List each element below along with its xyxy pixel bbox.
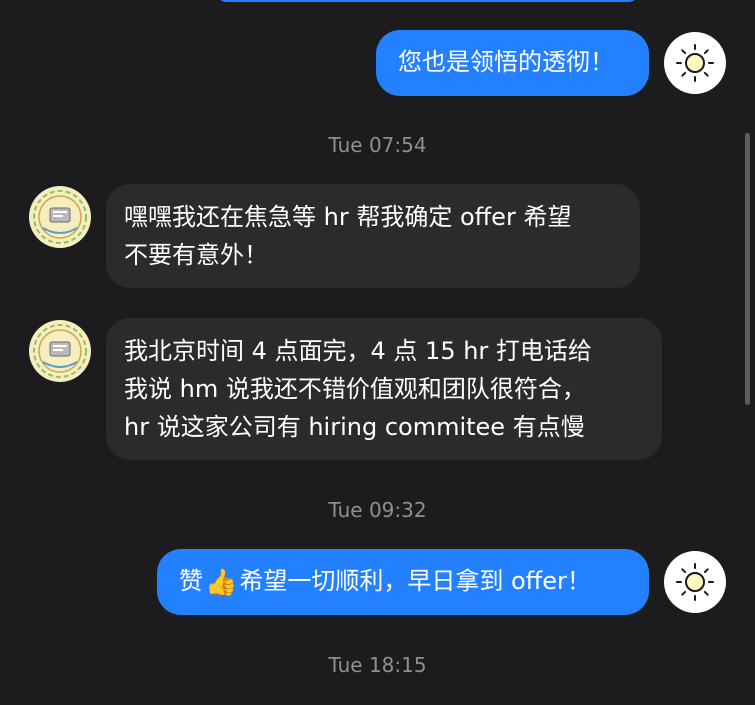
message-line: 我北京时间 4 点面完，4 点 15 hr 打电话给 — [124, 337, 592, 365]
message-text: 您也是领悟的透彻！ — [398, 48, 614, 76]
incoming-message-bubble[interactable]: 嘿嘿我还在焦急等 hr 帮我确定 offer 希望 不要有意外！ — [106, 184, 640, 288]
contact-logo-avatar[interactable] — [29, 320, 91, 382]
sun-icon-graphic — [676, 44, 714, 82]
incoming-message-bubble[interactable]: 我北京时间 4 点面完，4 点 15 hr 打电话给 我说 hm 说我还不错价值… — [106, 318, 662, 460]
contact-logo-graphic — [33, 190, 87, 244]
message-line: 不要有意外！ — [124, 241, 268, 269]
sun-icon-graphic — [676, 563, 714, 601]
thumbs-up-icon: 👍 — [205, 568, 238, 598]
scrollbar[interactable] — [745, 133, 750, 405]
message-line: 嘿嘿我还在焦急等 hr 帮我确定 offer 希望 — [124, 203, 572, 231]
chat-screen: 您也是领悟的透彻！ Tue 07:54 嘿嘿我还在焦急等 hr 帮我确定 off… — [0, 0, 755, 705]
previous-message-bubble-edge[interactable] — [215, 0, 640, 2]
outgoing-message-bubble[interactable]: 您也是领悟的透彻！ — [376, 30, 649, 96]
message-line: 我说 hm 说我还不错价值观和团队很符合， — [124, 375, 586, 403]
message-text: 赞 — [179, 567, 203, 595]
contact-logo-graphic — [33, 324, 87, 378]
timestamp: Tue 07:54 — [328, 133, 427, 157]
sun-icon[interactable] — [664, 551, 726, 613]
timestamp: Tue 09:32 — [328, 498, 427, 522]
message-line: hr 说这家公司有 hiring commitee 有点慢 — [124, 413, 585, 441]
timestamp: Tue 18:15 — [328, 653, 427, 677]
sun-icon[interactable] — [664, 32, 726, 94]
outgoing-message-bubble[interactable]: 赞👍希望一切顺利，早日拿到 offer！ — [157, 549, 649, 615]
contact-logo-avatar[interactable] — [29, 186, 91, 248]
message-text: 希望一切顺利，早日拿到 offer！ — [239, 567, 591, 595]
